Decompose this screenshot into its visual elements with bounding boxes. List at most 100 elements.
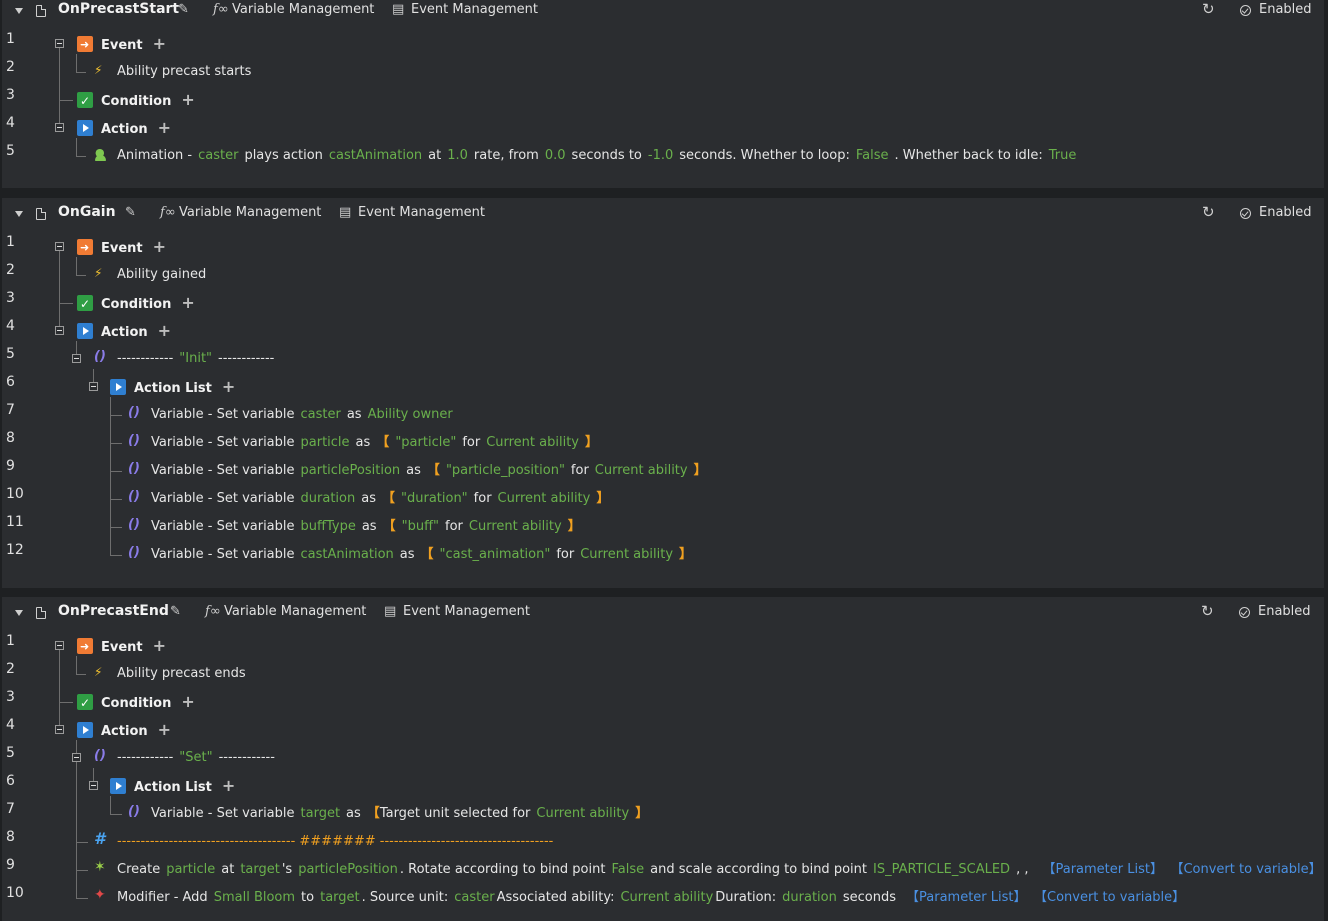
set-variable-row[interactable]: Variable - Set variable castAnimation as 【 "… [127,543,698,565]
event-management-button[interactable]: Event Management [411,2,538,17]
variable-name[interactable]: particle [301,435,350,450]
add-event-button[interactable]: + [153,237,166,256]
collapse-toggle[interactable] [89,382,98,391]
enabled-toggle[interactable]: Enabled [1259,2,1312,17]
target-ability[interactable]: Current ability [486,435,579,450]
convert-to-variable-link[interactable]: 【Convert to variable】 [1041,890,1186,905]
add-event-button[interactable]: + [153,636,166,655]
event-item[interactable]: Ability precast ends [93,662,252,684]
event-management-button[interactable]: Event Management [403,604,530,619]
refresh-icon[interactable]: ↻ [1201,602,1214,620]
key-string[interactable]: "particle_position" [446,463,565,478]
param-modifier[interactable]: Small Bloom [214,890,295,905]
target-ability[interactable]: Current ability [536,806,629,821]
param-loop[interactable]: False [856,148,889,163]
param-particle[interactable]: particle [166,862,215,877]
convert-to-variable-link[interactable]: 【Convert to variable】 [1177,862,1322,877]
parameter-list-link[interactable]: 【Parameter List】 [1042,862,1163,877]
param-position[interactable]: particlePosition [298,862,398,877]
variable-name[interactable]: duration [301,491,356,506]
edit-pencil-icon[interactable]: ✎ [170,604,181,619]
add-action-button[interactable]: + [158,321,171,340]
add-action-button[interactable]: + [158,118,171,137]
param-rotate[interactable]: False [611,862,644,877]
edit-pencil-icon[interactable]: ✎ [125,205,136,220]
collapse-arrow-icon[interactable] [15,8,23,14]
target-ability[interactable]: Current ability [580,547,673,562]
set-variable-row[interactable]: Variable - Set variable buffType as 【 "buff"… [127,515,587,537]
animation-action-item[interactable]: Animation - caster plays action castAnimati… [93,143,1082,166]
param-ability[interactable]: Current ability [620,890,713,905]
enabled-check-icon[interactable] [1240,5,1251,16]
add-condition-button[interactable]: + [181,293,194,312]
parameter-list-link[interactable]: 【Parameter List】 [906,890,1027,905]
set-variable-row[interactable]: Variable - Set variable target as 【Target u… [127,802,654,824]
doc-arrow-icon[interactable]: ▤ [392,2,404,17]
refresh-icon[interactable]: ↻ [1202,203,1215,221]
add-event-button[interactable]: + [153,34,166,53]
group-comment-row[interactable]: ------------ "Set" ------------ [93,746,281,768]
enabled-check-icon[interactable] [1239,607,1250,618]
collapse-arrow-icon[interactable] [15,610,23,616]
param-idle[interactable]: True [1049,148,1077,163]
enabled-toggle[interactable]: Enabled [1258,604,1311,619]
fx-icon[interactable]: f∞ [205,604,221,619]
param-animation[interactable]: castAnimation [329,148,422,163]
add-action-list-button[interactable]: + [222,377,235,396]
set-variable-row[interactable]: Variable - Set variable caster as Ability o… [127,403,459,425]
param-duration[interactable]: duration [782,890,837,905]
param-source[interactable]: caster [454,890,494,905]
variable-management-button[interactable]: Variable Management [179,205,321,220]
param-caster[interactable]: caster [198,148,238,163]
collapse-toggle[interactable] [72,354,81,363]
event-item[interactable]: Ability precast starts [93,60,257,82]
key-string[interactable]: "cast_animation" [440,547,551,562]
enabled-check-icon[interactable] [1240,208,1251,219]
collapse-arrow-icon[interactable] [15,211,23,217]
key-string[interactable]: "particle" [395,435,456,450]
collapse-toggle[interactable] [72,753,81,762]
doc-arrow-icon[interactable]: ▤ [339,205,351,220]
add-action-list-button[interactable]: + [222,776,235,795]
variable-name[interactable]: castAnimation [301,547,394,562]
variable-name[interactable]: caster [301,407,341,422]
collapse-toggle[interactable] [55,123,64,132]
refresh-icon[interactable]: ↻ [1202,0,1215,18]
param-scaled[interactable]: IS_PARTICLE_SCALED [873,862,1010,877]
param-target[interactable]: target [320,890,360,905]
set-variable-row[interactable]: Variable - Set variable particle as 【 "parti… [127,431,604,453]
collapse-toggle[interactable] [55,725,64,734]
key-string[interactable]: "buff" [402,519,439,534]
create-particle-row[interactable]: Create particle at target's particlePosition… [93,857,1328,880]
variable-value[interactable]: Ability owner [368,407,453,422]
target-ability[interactable]: Current ability [469,519,562,534]
fx-icon[interactable]: f∞ [213,2,229,17]
param-from[interactable]: 0.0 [545,148,566,163]
fx-icon[interactable]: f∞ [160,205,176,220]
param-to[interactable]: -1.0 [648,148,673,163]
param-rate[interactable]: 1.0 [447,148,468,163]
enabled-toggle[interactable]: Enabled [1259,205,1312,220]
collapse-toggle[interactable] [55,326,64,335]
param-target[interactable]: target [240,862,280,877]
variable-name[interactable]: target [301,806,341,821]
variable-name[interactable]: particlePosition [301,463,401,478]
variable-management-button[interactable]: Variable Management [224,604,366,619]
target-ability[interactable]: Current ability [498,491,591,506]
doc-arrow-icon[interactable]: ▤ [384,604,396,619]
collapse-toggle[interactable] [55,39,64,48]
set-variable-row[interactable]: Variable - Set variable particlePosition a… [127,459,713,481]
modifier-add-row[interactable]: Modifier - Add Small Bloom to target. Sourc… [93,885,1191,908]
target-ability[interactable]: Current ability [595,463,688,478]
key-string[interactable]: "duration" [401,491,468,506]
collapse-toggle[interactable] [55,641,64,650]
set-variable-row[interactable]: Variable - Set variable duration as 【 "durat… [127,487,615,509]
add-action-button[interactable]: + [158,720,171,739]
collapse-toggle[interactable] [89,781,98,790]
variable-management-button[interactable]: Variable Management [232,2,374,17]
event-item[interactable]: Ability gained [93,263,212,285]
comment-row[interactable]: -------------------------------------- #… [93,829,559,852]
edit-pencil-icon[interactable]: ✎ [178,2,189,17]
collapse-toggle[interactable] [55,242,64,251]
group-comment-row[interactable]: ------------ "Init" ------------ [93,347,280,369]
